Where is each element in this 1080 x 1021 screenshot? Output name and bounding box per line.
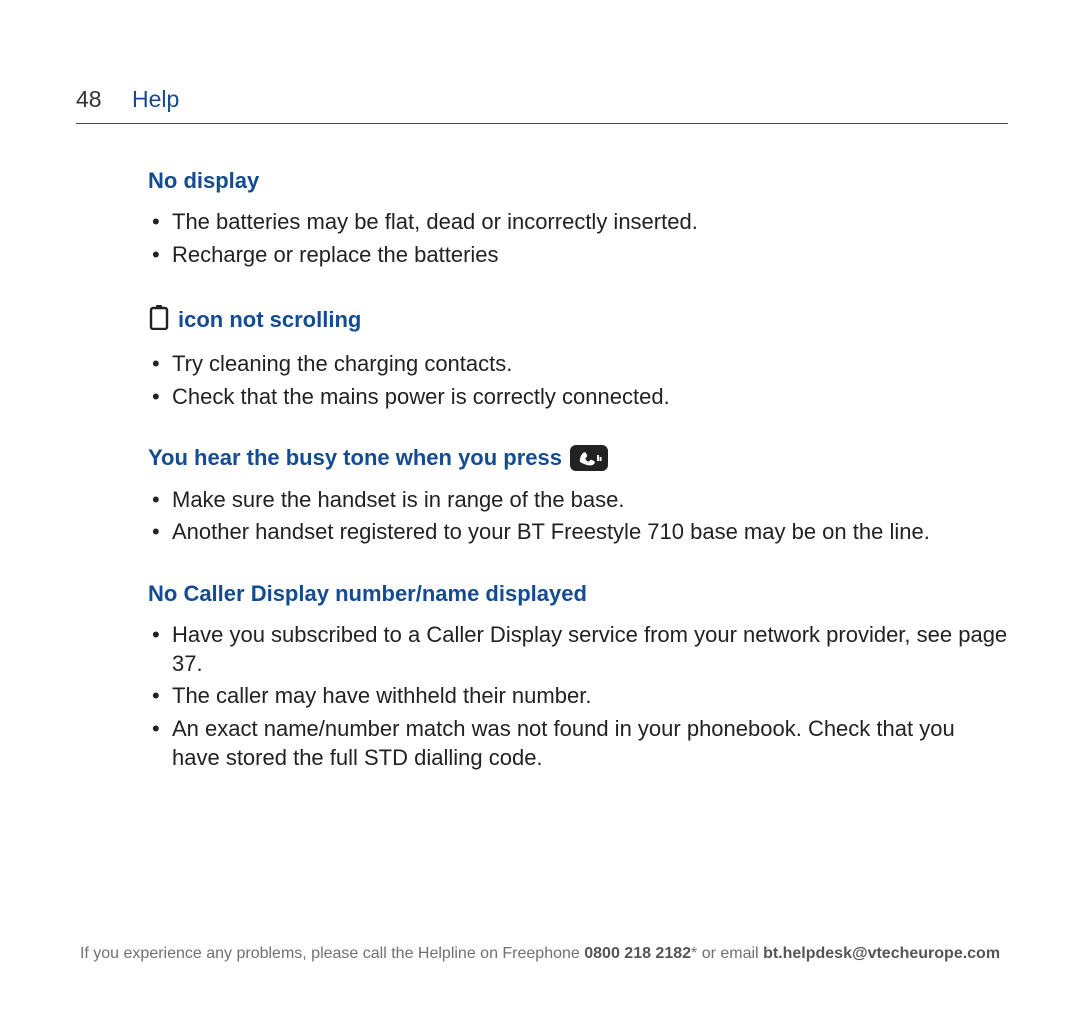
list-no-caller-display: Have you subscribed to a Caller Display …	[148, 621, 1008, 772]
heading-icon-not-scrolling-text: icon not scrolling	[178, 307, 361, 333]
page-header: 48 Help	[76, 86, 1008, 124]
list-item: The caller may have withheld their numbe…	[148, 682, 1008, 711]
heading-no-caller-display-text: No Caller Display number/name displayed	[148, 581, 587, 607]
heading-no-display-text: No display	[148, 168, 259, 194]
list-item: Recharge or replace the batteries	[148, 241, 1008, 270]
footer-prefix: If you experience any problems, please c…	[80, 945, 584, 962]
content-body: No display The batteries may be flat, de…	[76, 168, 1008, 772]
battery-icon	[148, 304, 170, 336]
page-number: 48	[76, 86, 132, 113]
heading-busy-tone: You hear the busy tone when you press	[148, 445, 1008, 471]
list-icon-not-scrolling: Try cleaning the charging contacts. Chec…	[148, 350, 1008, 411]
list-item: Have you subscribed to a Caller Display …	[148, 621, 1008, 678]
list-item: Try cleaning the charging contacts.	[148, 350, 1008, 379]
list-no-display: The batteries may be flat, dead or incor…	[148, 208, 1008, 269]
list-busy-tone: Make sure the handset is in range of the…	[148, 486, 1008, 547]
footer: If you experience any problems, please c…	[72, 945, 1008, 963]
list-item: Make sure the handset is in range of the…	[148, 486, 1008, 515]
call-key-icon	[570, 445, 608, 471]
heading-icon-not-scrolling: icon not scrolling	[148, 304, 1008, 336]
list-item: An exact name/number match was not found…	[148, 715, 1008, 772]
footer-phone: 0800 218 2182	[584, 945, 691, 962]
footer-email: bt.helpdesk@vtecheurope.com	[763, 945, 1000, 962]
page-title: Help	[132, 86, 179, 113]
list-item: Check that the mains power is correctly …	[148, 383, 1008, 412]
heading-no-caller-display: No Caller Display number/name displayed	[148, 581, 1008, 607]
list-item: The batteries may be flat, dead or incor…	[148, 208, 1008, 237]
list-item: Another handset registered to your BT Fr…	[148, 518, 1008, 547]
heading-busy-tone-text: You hear the busy tone when you press	[148, 445, 562, 471]
page: 48 Help No display The batteries may be …	[0, 0, 1080, 1021]
heading-no-display: No display	[148, 168, 1008, 194]
footer-mid: * or email	[691, 945, 763, 962]
